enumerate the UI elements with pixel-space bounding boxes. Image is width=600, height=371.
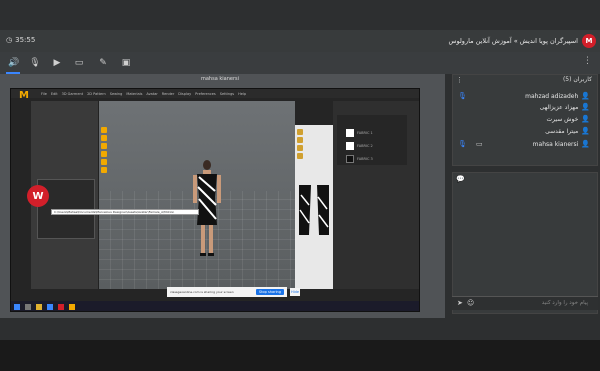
user-icon: 👤	[581, 127, 590, 135]
tool-icon[interactable]	[101, 135, 107, 141]
taskbar-icon[interactable]	[69, 304, 75, 310]
bottom-bar	[0, 340, 600, 371]
tool-icon[interactable]	[101, 167, 107, 173]
presentation-icon[interactable]: ▣	[120, 57, 132, 69]
menu-materials[interactable]: Materials	[126, 92, 142, 96]
send-icon[interactable]: ➤	[457, 299, 463, 307]
brand-logo: M	[582, 34, 596, 48]
user-icon: 👤	[581, 115, 590, 123]
menu-display[interactable]: Display	[178, 92, 191, 96]
fabric-swatch[interactable]	[346, 129, 354, 137]
user-name: میترا مقدسی	[545, 127, 579, 135]
user-row[interactable]: mahsa kianersi 👤	[533, 140, 590, 148]
avatar-figure	[193, 160, 221, 256]
user-icon: 👤	[581, 103, 590, 111]
tool-icon[interactable]	[297, 153, 303, 159]
shared-screen: File Edit 3D Garment 2D Pattern Sewing M…	[10, 88, 420, 312]
md-menubar: File Edit 3D Garment 2D Pattern Sewing M…	[11, 89, 419, 98]
tool-icon[interactable]	[101, 159, 107, 165]
chat-input[interactable]: پیام خود را وارد کنید	[542, 300, 588, 306]
session-clock: ◷ 35:55	[6, 36, 35, 44]
user-name: مهزاد عزیزالهی	[539, 103, 579, 111]
share-message: classgeoanline.com is sharing your scree…	[170, 290, 234, 294]
menu-help[interactable]: Help	[238, 92, 246, 96]
screen-icon[interactable]: ▭	[73, 57, 85, 69]
menu-settings[interactable]: Settings	[220, 92, 234, 96]
clock-icon: ◷	[6, 36, 13, 44]
more-options-icon[interactable]: ⋮	[583, 56, 592, 66]
speaker-icon[interactable]: 🔊	[8, 57, 20, 69]
user-row[interactable]: خوش سیرت 👤	[546, 115, 590, 123]
menu-file[interactable]: File	[41, 92, 47, 96]
tool-icon[interactable]	[101, 127, 107, 133]
emoji-icon[interactable]: ☺	[467, 299, 474, 307]
menu-render[interactable]: Render	[162, 92, 174, 96]
menu-3d-garment[interactable]: 3D Garment	[62, 92, 83, 96]
user-icon: 👤	[581, 140, 590, 148]
fabric-label: FABRIC 2	[357, 144, 373, 148]
tool-icon[interactable]	[101, 143, 107, 149]
clock-text: 35:55	[15, 36, 36, 44]
hide-button[interactable]: Hide	[290, 288, 300, 296]
taskbar-icon[interactable]	[36, 304, 42, 310]
share-notification-bar: classgeoanline.com is sharing your scree…	[167, 287, 287, 297]
mic-off-icon[interactable]: 🎙	[29, 57, 41, 69]
mic-icon: 🎙	[458, 92, 467, 100]
2d-tools	[297, 129, 305, 185]
fabric-swatch[interactable]	[346, 142, 354, 150]
start-icon[interactable]	[14, 304, 20, 310]
user-icon: 👤	[581, 92, 590, 100]
taskbar-icon[interactable]	[47, 304, 53, 310]
chat-icon: 💬	[456, 175, 465, 183]
camera-icon[interactable]: ▶	[51, 57, 63, 69]
brand-watermark: W	[27, 185, 49, 207]
fabric-swatch[interactable]	[346, 155, 354, 163]
user-name: mahzad adizadeh	[525, 92, 579, 100]
stop-sharing-button[interactable]: Stop sharing	[255, 289, 284, 295]
mic-icon: 🎙	[458, 140, 467, 148]
3d-viewport[interactable]	[99, 101, 295, 289]
menu-sewing[interactable]: Sewing	[110, 92, 123, 96]
users-panel-menu-icon[interactable]: ⋮	[456, 76, 463, 84]
toolbar	[0, 52, 600, 74]
fabric-label: FABRIC 1	[357, 131, 373, 135]
chat-panel	[452, 172, 598, 314]
tool-icon[interactable]	[101, 151, 107, 157]
taskbar-icon[interactable]	[58, 304, 64, 310]
menu-edit[interactable]: Edit	[51, 92, 58, 96]
windows-taskbar	[11, 301, 419, 311]
fabric-label: FABRIC 3	[357, 157, 373, 161]
user-name: خوش سیرت	[546, 115, 579, 123]
tool-icon[interactable]	[297, 129, 303, 135]
3d-tools	[101, 127, 111, 191]
user-row[interactable]: mahzad adizadeh 👤	[525, 92, 590, 100]
users-panel-title: کاربران (5)	[562, 76, 592, 83]
page-title: اسپیرگران پویا اندیش » آموزش آنلاین مارو…	[448, 37, 578, 45]
tool-icon[interactable]	[297, 137, 303, 143]
file-path-field[interactable]: C:\Users\Mahsa\Documents\Marvelous Desig…	[51, 209, 199, 215]
md-logo: M	[19, 90, 29, 101]
brush-icon[interactable]: ✎	[97, 57, 109, 69]
tool-icon[interactable]	[297, 145, 303, 151]
screen-share-icon: ▭	[476, 140, 483, 148]
menu-2d-pattern[interactable]: 2D Pattern	[87, 92, 106, 96]
presenter-label: mahsa kianersi	[200, 76, 239, 82]
menu-preferences[interactable]: Preferences	[195, 92, 216, 96]
menu-avatar[interactable]: Avatar	[146, 92, 157, 96]
taskbar-icon[interactable]	[25, 304, 31, 310]
user-row[interactable]: مهزاد عزیزالهی 👤	[540, 103, 590, 111]
user-name: mahsa kianersi	[532, 140, 579, 148]
user-row[interactable]: میترا مقدسی 👤	[545, 127, 590, 135]
